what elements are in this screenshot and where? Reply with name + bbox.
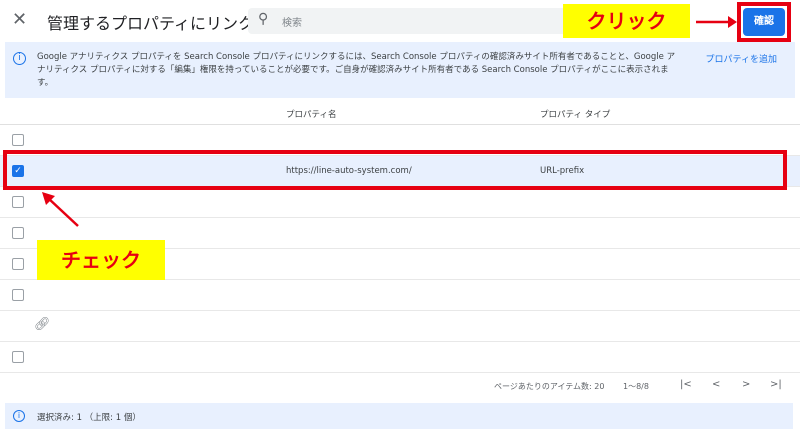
table-header: プロパティ名 プロパティ タイプ [0, 100, 800, 125]
table-row[interactable] [0, 342, 800, 373]
table-row[interactable] [0, 280, 800, 311]
row-checkbox[interactable] [12, 196, 24, 208]
prev-page-icon[interactable]: < [712, 379, 720, 390]
column-property-type[interactable]: プロパティ タイプ [540, 108, 610, 120]
first-page-icon[interactable]: |< [680, 379, 692, 390]
info-icon: i [13, 52, 26, 65]
page-title: 管理するプロパティにリンク [47, 14, 255, 33]
column-property-name[interactable]: プロパティ名 [286, 108, 337, 120]
row-highlight-box [3, 150, 787, 190]
close-icon[interactable]: ✕ [12, 9, 27, 30]
row-checkbox[interactable] [12, 227, 24, 239]
table-row[interactable]: 🔗︎ [0, 311, 800, 342]
search-icon: ⚲ [258, 11, 269, 27]
info-icon: i [13, 410, 25, 422]
selected-count: 選択済み: 1 （上限: 1 個） [37, 413, 141, 423]
search-input[interactable]: ⚲ 検索 [248, 8, 578, 34]
page-range: 1〜8/8 [623, 382, 649, 391]
row-checkbox[interactable] [12, 258, 24, 270]
row-checkbox[interactable] [12, 289, 24, 301]
row-checkbox[interactable] [12, 134, 24, 146]
confirm-highlight-box [737, 2, 791, 42]
table-row[interactable] [0, 187, 800, 218]
info-banner: i Google アナリティクス プロパティを Search Console プ… [5, 42, 795, 98]
check-annotation: チェック [37, 240, 165, 280]
next-page-icon[interactable]: > [742, 379, 750, 390]
last-page-icon[interactable]: >| [770, 379, 782, 390]
items-per-page[interactable]: ページあたりのアイテム数: 20 [494, 381, 604, 392]
arrow-right-icon [696, 16, 737, 28]
selection-status-bar: i 選択済み: 1 （上限: 1 個） [5, 403, 793, 429]
arrow-up-left-icon [42, 192, 79, 227]
add-property-link[interactable]: プロパティを追加 [706, 52, 777, 65]
banner-text: Google アナリティクス プロパティを Search Console プロパ… [37, 52, 676, 88]
click-annotation: クリック [563, 4, 690, 38]
row-checkbox[interactable] [12, 351, 24, 363]
search-placeholder: 検索 [282, 18, 302, 29]
link-icon: 🔗︎ [34, 317, 51, 332]
